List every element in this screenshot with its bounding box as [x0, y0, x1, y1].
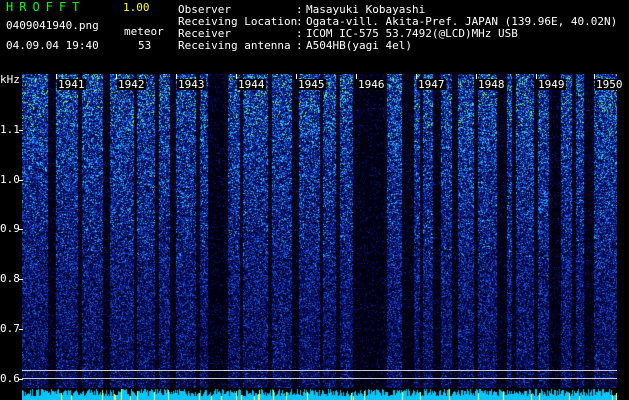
signal-level-strip [22, 388, 617, 400]
y-tick-label: 0.6 [0, 372, 20, 385]
info-value-antenna: A504HB(yagi 4el) [306, 39, 412, 52]
info-colon: : [296, 39, 303, 52]
reference-line [22, 370, 617, 371]
y-tick-label: 0.8 [0, 272, 20, 285]
capture-datetime: 04.09.04 19:40 [6, 39, 99, 52]
info-label-antenna: Receiving antenna [178, 39, 291, 52]
meteor-label: meteor [124, 25, 164, 38]
file-name: 0409041940.png [6, 19, 99, 32]
minute-label: 1949 [537, 78, 566, 91]
spectrogram-display [22, 74, 617, 400]
reference-line [22, 378, 617, 379]
y-tick-mark [19, 279, 23, 280]
minute-label: 1944 [237, 78, 266, 91]
minute-label: 1943 [177, 78, 206, 91]
minute-label: 1950 [595, 78, 624, 91]
y-tick-mark [19, 229, 23, 230]
y-tick-mark [19, 130, 23, 131]
minute-label: 1947 [417, 78, 446, 91]
minute-label: 1941 [57, 78, 86, 91]
minute-label: 1942 [117, 78, 146, 91]
meteor-count: 53 [138, 39, 152, 52]
minute-label: 1946 [357, 78, 386, 91]
y-tick-mark [19, 180, 23, 181]
y-tick-mark [19, 329, 23, 330]
spectrogram-canvas [22, 74, 617, 400]
y-tick-label: 0.7 [0, 322, 20, 335]
minute-label: 1945 [297, 78, 326, 91]
y-tick-label: 1.1 [0, 123, 20, 136]
y-axis-unit: kHz [0, 73, 20, 86]
app-title: HROFFT [6, 0, 86, 14]
y-tick-mark [19, 379, 23, 380]
y-tick-label: 1.0 [0, 173, 20, 186]
minute-label: 1948 [477, 78, 506, 91]
y-tick-label: 0.9 [0, 222, 20, 235]
app-version: 1.00 [123, 1, 150, 14]
